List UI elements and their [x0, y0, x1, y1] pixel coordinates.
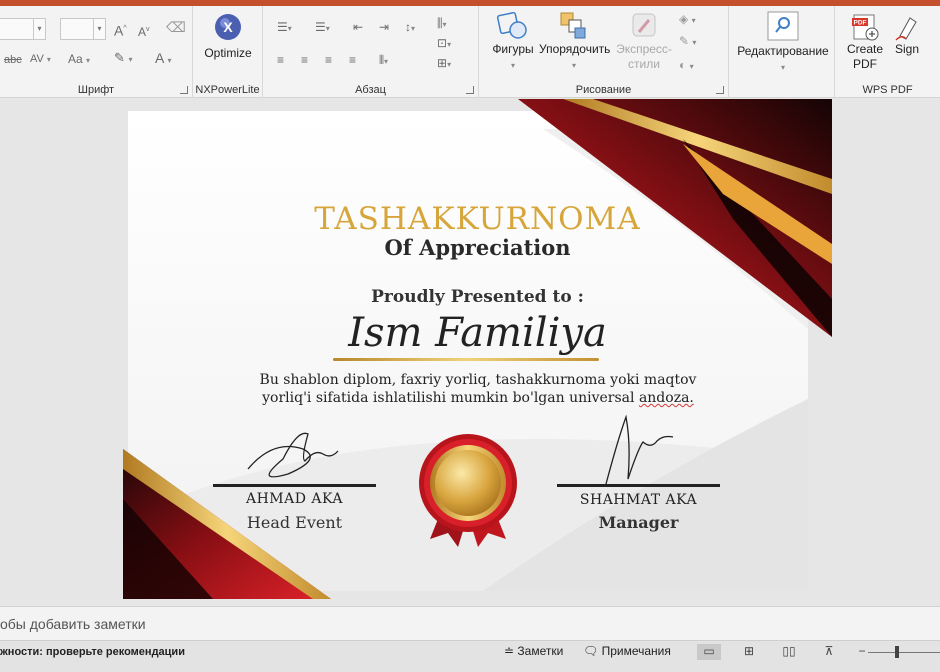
line-spacing-icon[interactable]: ↕▾: [405, 20, 415, 36]
columns-icon[interactable]: ⫴▾: [379, 53, 388, 69]
sign-button[interactable]: Sign: [889, 12, 925, 57]
paragraph-group-label: Абзац: [355, 84, 386, 96]
char-spacing-icon[interactable]: AV ▾: [30, 52, 51, 67]
svg-text:X: X: [223, 19, 233, 35]
drawing-dialog-launcher[interactable]: [716, 86, 724, 94]
svg-text:PDF: PDF: [854, 20, 867, 27]
quick-styles-icon: [632, 13, 656, 37]
description-line-1[interactable]: Bu shablon diplom, faxriy yorliq, tashak…: [243, 371, 713, 389]
shapes-button[interactable]: Фигуры ▾: [487, 10, 539, 71]
justify-icon[interactable]: ≡: [349, 53, 356, 67]
normal-view-icon[interactable]: ▭: [697, 644, 721, 660]
align-center-icon[interactable]: ≡: [301, 53, 308, 67]
highlight-icon[interactable]: ✎ ▾: [114, 51, 133, 67]
create-pdf-button[interactable]: PDF Create PDF: [843, 12, 887, 72]
presented-to-text[interactable]: Proudly Presented to :: [123, 287, 832, 307]
signer-2-role[interactable]: Manager: [557, 513, 720, 532]
align-text-icon[interactable]: ⊡▾: [437, 36, 451, 52]
decrease-indent-icon[interactable]: ⇤: [353, 20, 363, 34]
certificate-slide[interactable]: TASHAKKURNOMA Of Appreciation Proudly Pr…: [123, 99, 832, 599]
nxpowerlite-group: X Optimize NXPowerLite: [193, 6, 263, 98]
recipient-underline: [333, 358, 599, 361]
comment-icon: 🗨: [583, 644, 599, 658]
align-right-icon[interactable]: ≡: [325, 53, 332, 67]
drawing-group: Фигуры ▾ Упорядочить ▾ Экспресс- стили ◈…: [479, 6, 729, 98]
slideshow-icon[interactable]: ⊼: [817, 644, 841, 660]
increase-font-icon[interactable]: A^: [114, 22, 127, 38]
zoom-slider-track[interactable]: [868, 652, 940, 653]
clear-formatting-icon[interactable]: ⌫: [166, 20, 186, 34]
certificate-title[interactable]: TASHAKKURNOMA: [123, 201, 832, 237]
align-left-icon[interactable]: ≡: [277, 53, 284, 67]
signer-1-role[interactable]: Head Event: [213, 513, 376, 532]
shape-effects-icon[interactable]: ◐ ▾: [679, 58, 694, 74]
status-bar: жности: проверьте рекомендации ≐ Заметки…: [0, 640, 940, 672]
arrange-icon: [560, 12, 586, 39]
signer-2-name[interactable]: SHAHMAT AKA: [557, 492, 720, 508]
wps-pdf-group: PDF Create PDF Sign WPS PDF: [835, 6, 940, 98]
medal-icon: [419, 434, 517, 547]
notes-placeholder: обы добавить заметки: [0, 616, 146, 632]
description-line-2[interactable]: yorliq'i sifatida ishlatilishi mumkin bo…: [243, 389, 713, 407]
notes-icon: ≐: [504, 644, 515, 658]
quick-styles-button[interactable]: Экспресс- стили: [613, 10, 675, 72]
editing-button[interactable]: Редактирование ▾: [733, 10, 833, 73]
paragraph-dialog-launcher[interactable]: [466, 86, 474, 94]
nxpowerlite-label: NXPowerLite: [195, 84, 260, 96]
bullets-icon[interactable]: ☰▾: [277, 20, 292, 36]
drawing-group-label: Рисование: [575, 84, 632, 96]
shapes-icon: [496, 11, 527, 39]
editing-group: Редактирование ▾: [729, 6, 835, 98]
sign-pen-icon: [895, 17, 917, 41]
font-color-icon[interactable]: A ▾: [155, 51, 171, 68]
font-group: ▾ ▾ A^ Av ⌫ abc AV ▾ Aa ▾ ✎ ▾ A ▾ Шрифт: [0, 6, 193, 98]
shape-outline-icon[interactable]: ✎ ▾: [679, 34, 696, 50]
numbering-icon[interactable]: ☰▾: [315, 20, 330, 36]
accessibility-status[interactable]: жности: проверьте рекомендации: [0, 646, 185, 658]
smartart-icon[interactable]: ⊞▾: [437, 56, 451, 72]
recipient-name[interactable]: Ism Familiya: [123, 310, 832, 356]
notes-toggle-button[interactable]: ≐ Заметки: [504, 644, 563, 658]
find-icon: [767, 11, 799, 41]
create-pdf-icon: PDF: [852, 14, 879, 41]
font-name-combo[interactable]: ▾: [0, 18, 46, 40]
text-direction-icon[interactable]: ⫼▾: [437, 16, 447, 32]
signature-line-1: [213, 484, 376, 487]
signer-1-name[interactable]: AHMAD AKA: [213, 491, 376, 507]
change-case-icon[interactable]: Aa ▾: [68, 52, 90, 68]
font-group-label: Шрифт: [77, 84, 115, 96]
comments-button[interactable]: 🗨 Примечания: [583, 644, 671, 658]
reading-view-icon[interactable]: ▯▯: [777, 644, 801, 660]
shape-fill-icon[interactable]: ◈ ▾: [679, 12, 696, 28]
font-dialog-launcher[interactable]: [180, 86, 188, 94]
notes-pane[interactable]: обы добавить заметки: [0, 606, 940, 640]
zoom-slider-thumb[interactable]: [895, 646, 899, 658]
paragraph-group: ☰▾ ☰▾ ⇤ ⇥ ↕▾ ⫼▾ ⊡▾ ⊞▾ ≡ ≡ ≡ ≡ ⫴▾ Абзац: [263, 6, 479, 98]
arrange-button[interactable]: Упорядочить ▾: [539, 10, 610, 71]
ribbon: ▾ ▾ A^ Av ⌫ abc AV ▾ Aa ▾ ✎ ▾ A ▾ Шрифт …: [0, 6, 940, 98]
increase-indent-icon[interactable]: ⇥: [379, 20, 389, 34]
optimize-button[interactable]: X Optimize: [198, 12, 258, 61]
wps-pdf-label: WPS PDF: [862, 84, 913, 96]
strikethrough-icon[interactable]: abc: [4, 53, 22, 67]
decrease-font-icon[interactable]: Av: [138, 23, 150, 39]
signature-line-2: [557, 484, 720, 487]
slide-sorter-icon[interactable]: ⊞: [737, 644, 761, 660]
font-size-combo[interactable]: ▾: [60, 18, 106, 40]
nxpowerlite-icon: X: [215, 14, 241, 40]
certificate-subtitle[interactable]: Of Appreciation: [123, 235, 832, 260]
